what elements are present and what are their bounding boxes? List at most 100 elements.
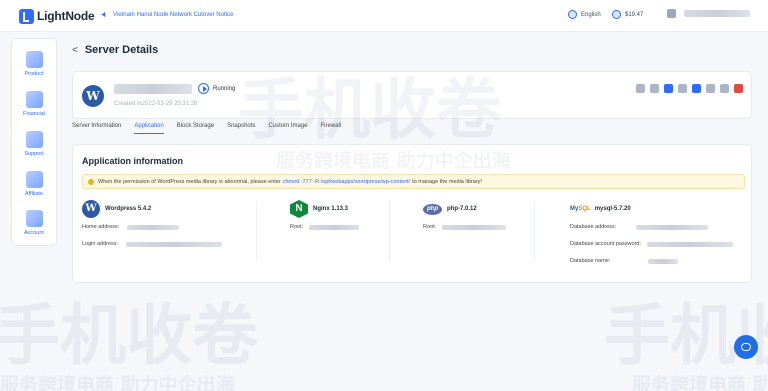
chevron-left-icon[interactable]: < bbox=[72, 45, 78, 56]
watermark-logo: 手机收卷 bbox=[0, 297, 258, 374]
wallet-icon bbox=[612, 10, 621, 19]
tab-custom-image[interactable]: Custom Image bbox=[268, 123, 307, 134]
messenger-icon bbox=[741, 343, 751, 351]
start-icon[interactable] bbox=[650, 84, 659, 93]
tab-firewall[interactable]: Firewall bbox=[320, 123, 341, 134]
restart-icon[interactable] bbox=[678, 84, 687, 93]
notice-banner[interactable]: Vietnam Hanoi Node Network Cutover Notic… bbox=[101, 11, 233, 18]
wordpress-icon: W bbox=[82, 200, 100, 218]
account-icon bbox=[25, 210, 43, 227]
app-name: Wordpress 5.4.2 bbox=[105, 206, 152, 212]
sidebar: Product Financial Support Affiliate Acco… bbox=[11, 38, 57, 246]
sidebar-item-label: Financial bbox=[22, 111, 45, 117]
alert-text-after: to manage the media library! bbox=[412, 178, 482, 185]
app-name: mysql-5.7.20 bbox=[594, 206, 631, 212]
field-label: Root: bbox=[423, 224, 437, 230]
column-divider bbox=[256, 201, 257, 261]
brand-name: LightNode bbox=[37, 9, 95, 23]
support-icon bbox=[25, 131, 43, 148]
db-name-value[interactable] bbox=[648, 258, 679, 264]
status-text: Running bbox=[213, 85, 236, 92]
nginx-icon: N bbox=[290, 200, 308, 218]
field-label: Database account password: bbox=[570, 241, 641, 247]
lightnode-logo[interactable]: LightNode bbox=[19, 7, 95, 25]
user-icon bbox=[667, 9, 676, 18]
db-password-value[interactable] bbox=[646, 241, 733, 247]
power-icon[interactable] bbox=[664, 84, 673, 93]
sidebar-item-label: Support bbox=[24, 151, 44, 157]
sidebar-item-label: Affiliate bbox=[25, 191, 43, 197]
section-title: Application information bbox=[82, 156, 183, 166]
page-title: Server Details bbox=[84, 44, 159, 56]
back-link[interactable]: < Server Details bbox=[72, 44, 158, 56]
server-tabs: Server Information Application Block Sto… bbox=[72, 123, 354, 134]
server-summary-card: W Running Created in2022-03-29 20:31:28 bbox=[72, 71, 752, 119]
watermark-logo: 手机收卷 bbox=[604, 297, 768, 374]
top-bar: LightNode Vietnam Hanoi Node Network Cut… bbox=[0, 0, 768, 32]
lightnode-logo-icon bbox=[19, 8, 34, 24]
sidebar-item-label: Product bbox=[24, 71, 44, 77]
sidebar-item-product[interactable]: Product bbox=[12, 51, 56, 77]
affiliate-icon bbox=[25, 171, 43, 188]
tab-block-storage[interactable]: Block Storage bbox=[177, 123, 214, 134]
user-menu[interactable] bbox=[667, 9, 750, 18]
server-name-redacted bbox=[114, 84, 192, 94]
watermark-slogan: 服务跨境电商 助力中企出海 bbox=[632, 374, 768, 391]
console-icon[interactable] bbox=[636, 84, 645, 93]
mysql-icon: MySQL bbox=[570, 206, 591, 212]
field-label: Database address: bbox=[570, 224, 617, 230]
alert-text-before: When the permission of WordPress media l… bbox=[98, 178, 281, 185]
sidebar-item-financial[interactable]: Financial bbox=[12, 91, 56, 117]
watermark-slogan: 服务跨境电商 助力中企出海 bbox=[0, 374, 235, 391]
field-label: Root: bbox=[290, 224, 304, 230]
db-address-value[interactable] bbox=[636, 224, 709, 230]
wordpress-icon: W bbox=[82, 85, 104, 107]
speaker-icon bbox=[101, 11, 106, 18]
server-status: Running bbox=[198, 83, 235, 94]
nginx-column: N Nginx 1.13.3 Root: bbox=[290, 199, 360, 231]
app-name: Nginx 1.13.3 bbox=[313, 206, 349, 212]
field-label: Home address: bbox=[82, 224, 120, 230]
language-label: English bbox=[581, 11, 601, 18]
sidebar-item-support[interactable]: Support bbox=[12, 131, 56, 157]
home-address-value[interactable] bbox=[127, 224, 180, 230]
reinstall-icon[interactable] bbox=[692, 84, 701, 93]
created-time: Created in2022-03-29 20:31:28 bbox=[114, 101, 198, 107]
sidebar-item-affiliate[interactable]: Affiliate bbox=[12, 171, 56, 197]
sidebar-item-label: Account bbox=[24, 230, 44, 236]
product-icon bbox=[25, 51, 43, 68]
php-icon: php bbox=[423, 203, 442, 215]
tab-snapshots[interactable]: Snapshots bbox=[227, 123, 255, 134]
notice-text[interactable]: Vietnam Hanoi Node Network Cutover Notic… bbox=[113, 12, 233, 18]
mysql-column: MySQL mysql-5.7.20 Database address: Data… bbox=[570, 199, 733, 265]
server-actions bbox=[636, 84, 743, 93]
settings-icon[interactable] bbox=[706, 84, 715, 93]
column-divider bbox=[534, 201, 535, 261]
php-column: php php-7.0.12 Root: bbox=[423, 199, 507, 231]
financial-icon bbox=[25, 91, 43, 108]
sidebar-item-account[interactable]: Account bbox=[12, 210, 56, 236]
balance-display[interactable]: $19.47 bbox=[612, 10, 643, 19]
permission-alert: When the permission of WordPress media l… bbox=[82, 174, 745, 189]
language-selector[interactable]: English bbox=[568, 10, 601, 19]
field-label: Login address: bbox=[82, 241, 119, 247]
warning-icon bbox=[88, 178, 94, 185]
balance-value: $19.47 bbox=[625, 11, 644, 18]
username-redacted bbox=[684, 10, 750, 17]
lock-icon[interactable] bbox=[720, 84, 729, 93]
wordpress-column: W Wordpress 5.4.2 Home address: Login add… bbox=[82, 199, 223, 248]
php-root-value[interactable] bbox=[442, 224, 507, 230]
globe-icon bbox=[568, 10, 577, 19]
login-address-value[interactable] bbox=[126, 241, 223, 247]
app-name: php-7.0.12 bbox=[447, 206, 477, 212]
tab-server-information[interactable]: Server Information bbox=[72, 123, 121, 134]
nginx-root-value[interactable] bbox=[309, 224, 360, 230]
column-divider bbox=[389, 201, 390, 261]
delete-icon[interactable] bbox=[734, 84, 743, 93]
running-icon bbox=[198, 83, 209, 94]
tab-application[interactable]: Application bbox=[134, 123, 164, 134]
field-label: Database name: bbox=[570, 258, 611, 264]
alert-command[interactable]: chmod -777 -R /opt/webapps/wordpress/wp-… bbox=[283, 179, 410, 185]
application-info-card: Application information When the permiss… bbox=[72, 144, 752, 283]
messenger-chat-button[interactable] bbox=[734, 335, 758, 359]
